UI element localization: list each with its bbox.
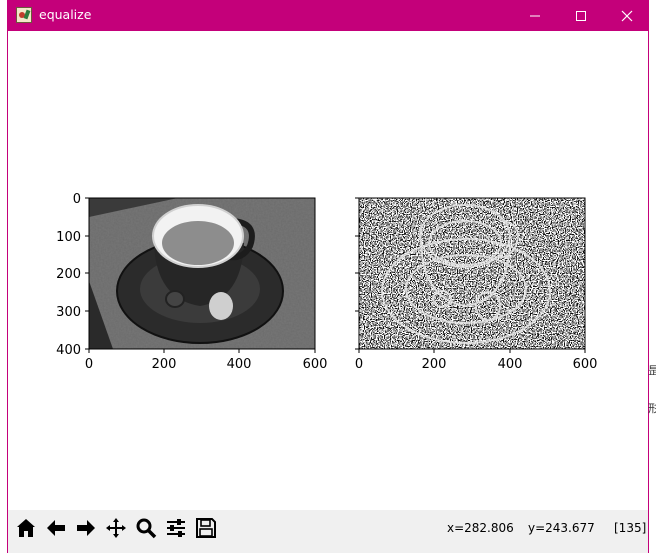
left-y-tick-label: 400 — [56, 343, 81, 358]
left-y-tick-label: 200 — [56, 267, 81, 282]
cursor-y-readout: y=243.677 — [528, 521, 595, 535]
figure-canvas[interactable]: 0 100 200 300 400 0 200 400 600 0 200 40… — [8, 31, 648, 510]
left-x-tick-label: 200 — [152, 357, 177, 372]
maximize-icon — [576, 10, 586, 21]
background-fragment: 形 — [648, 402, 656, 415]
left-y-tick-label: 0 — [73, 192, 81, 207]
background-fragment: 昰 — [648, 364, 656, 377]
right-x-tick-label: 200 — [422, 357, 447, 372]
arrow-left-icon — [46, 519, 65, 536]
left-x-axis: 0 200 400 600 — [85, 349, 328, 372]
minimize-button[interactable] — [512, 0, 558, 31]
left-y-axis: 0 100 200 300 400 — [56, 192, 89, 358]
arrow-right-icon — [76, 519, 95, 536]
close-icon — [621, 10, 633, 21]
forward-button[interactable] — [71, 513, 100, 542]
right-x-tick-label: 400 — [498, 357, 523, 372]
right-x-tick-label: 600 — [573, 357, 598, 372]
sliders-icon — [166, 518, 185, 537]
left-coffee — [162, 221, 234, 265]
zoom-button[interactable] — [131, 513, 160, 542]
matplotlib-window: equalize 0 100 200 300 400 0 200 400 600… — [7, 0, 649, 553]
move-icon — [105, 517, 126, 538]
pixel-value-readout: [135] — [614, 521, 647, 535]
navigation-toolbar: x=282.806 y=243.677 [135] — [8, 510, 648, 553]
figure-svg: 0 100 200 300 400 0 200 400 600 0 200 40… — [56, 192, 598, 372]
configure-subplots-button[interactable] — [161, 513, 190, 542]
cursor-x-readout: x=282.806 — [447, 521, 514, 535]
left-x-tick-label: 400 — [227, 357, 252, 372]
right-x-axis: 0 200 400 600 — [355, 349, 598, 372]
app-icon — [16, 7, 32, 23]
left-y-tick-label: 300 — [56, 305, 81, 320]
title-bar[interactable]: equalize — [8, 0, 648, 31]
left-reflection — [165, 290, 185, 308]
right-axes: 0 200 400 600 — [355, 197, 598, 372]
pan-button[interactable] — [101, 513, 130, 542]
save-icon — [195, 517, 216, 538]
left-x-tick-label: 0 — [85, 357, 93, 372]
home-icon — [16, 518, 35, 537]
left-spoon — [209, 292, 233, 320]
save-button[interactable] — [191, 513, 220, 542]
magnifier-icon — [136, 518, 156, 538]
close-button[interactable] — [604, 0, 650, 31]
back-button[interactable] — [41, 513, 70, 542]
left-x-tick-label: 600 — [303, 357, 328, 372]
window-title: equalize — [39, 7, 92, 22]
left-y-tick-label: 100 — [56, 230, 81, 245]
left-axes: 0 100 200 300 400 0 200 400 600 — [56, 192, 327, 372]
right-x-tick-label: 0 — [355, 357, 363, 372]
home-button[interactable] — [11, 513, 40, 542]
maximize-button[interactable] — [558, 0, 604, 31]
minimize-icon — [530, 15, 540, 16]
